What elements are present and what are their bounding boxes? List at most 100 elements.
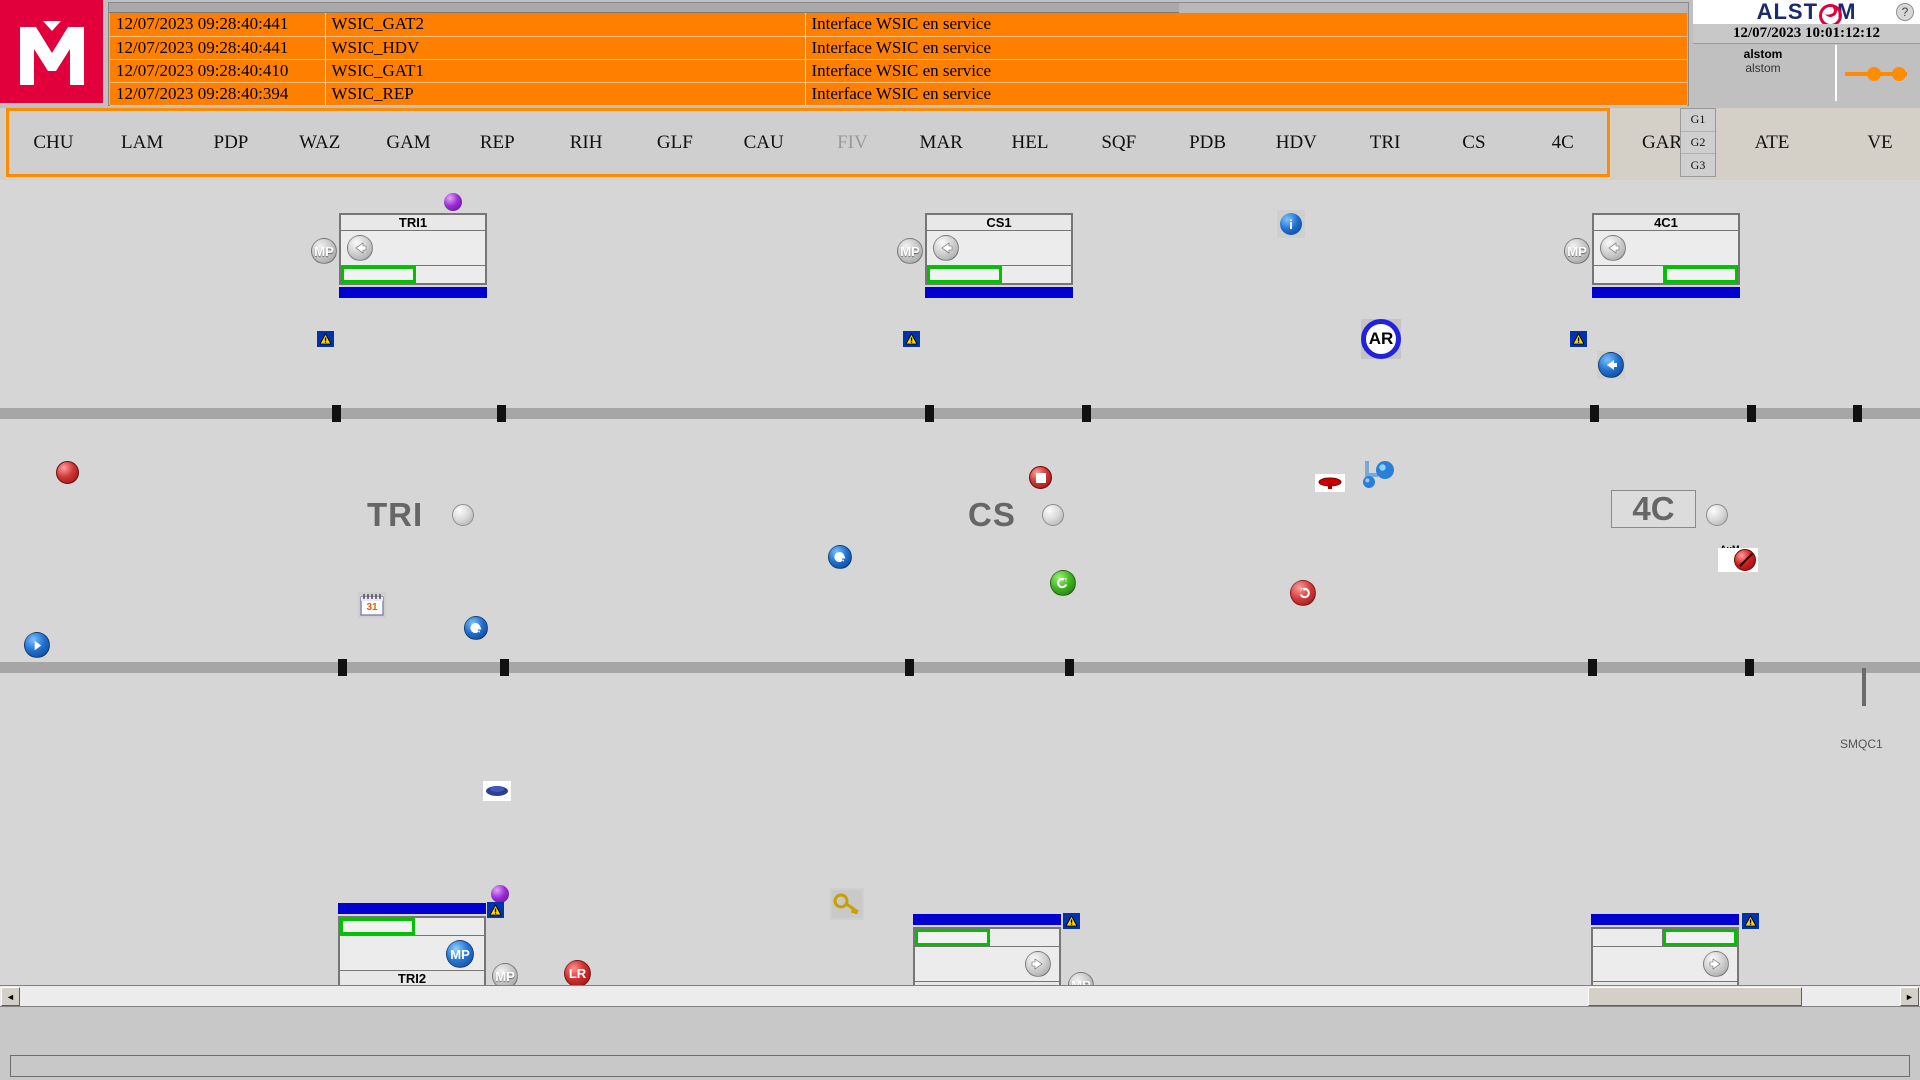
table-row[interactable]: 12/07/2023 09:28:40:441 WSIC_HDV Interfa… <box>110 36 1687 60</box>
station-block-tri1[interactable]: TRI1 <box>339 213 487 298</box>
tab-g1[interactable]: G1 <box>1681 109 1715 132</box>
interdiction-indicator[interactable] <box>1718 548 1758 572</box>
tab-4c[interactable]: 4C <box>1518 111 1607 174</box>
table-row[interactable]: 12/07/2023 09:28:40:394 WSIC_REP Interfa… <box>110 82 1687 106</box>
station-slots[interactable] <box>925 265 1073 285</box>
refresh-arrow-icon[interactable] <box>464 616 488 640</box>
tab-hdv[interactable]: HDV <box>1252 111 1341 174</box>
status-sphere-grey[interactable] <box>452 504 474 526</box>
synoptic-track-view[interactable]: TRI1 MP CS1 MP i 4C1 MP AR TRI CS 4C 31 … <box>0 180 1920 985</box>
status-sphere-grey[interactable] <box>1042 504 1064 526</box>
back-arrow-green-icon[interactable] <box>1050 570 1076 596</box>
station-slots[interactable] <box>1591 927 1739 947</box>
mp-button-cs1[interactable]: MP <box>897 238 923 264</box>
forward-arrow-icon[interactable] <box>1703 951 1729 977</box>
mp-button-tri1[interactable]: MP <box>311 238 337 264</box>
calendar-icon[interactable]: 31 <box>358 592 386 618</box>
tab-lam[interactable]: LAM <box>98 111 187 174</box>
tab-g2[interactable]: G2 <box>1681 132 1715 155</box>
back-arrow-icon[interactable] <box>933 235 959 261</box>
station-name-4c-box[interactable]: 4C <box>1611 490 1696 528</box>
forward-arrow-red-icon[interactable] <box>1290 580 1316 606</box>
status-sphere-purple[interactable] <box>444 193 462 211</box>
forward-arrow-icon[interactable] <box>1025 951 1051 977</box>
warning-icon[interactable] <box>1063 913 1080 929</box>
tab-sqf[interactable]: SQF <box>1074 111 1163 174</box>
play-arrow-icon[interactable] <box>24 632 50 658</box>
help-icon[interactable]: ? <box>1896 3 1914 21</box>
station-block-tri2[interactable]: MP TRI2 <box>338 903 486 985</box>
station-slots[interactable] <box>913 927 1061 947</box>
station-block-cs1[interactable]: CS1 <box>925 213 1073 298</box>
back-arrow-icon[interactable] <box>347 235 373 261</box>
station-slot-occupied[interactable] <box>1663 266 1738 283</box>
station-slots[interactable] <box>339 265 487 285</box>
scroll-thumb[interactable] <box>1588 987 1802 1006</box>
station-slot[interactable] <box>990 929 1059 946</box>
tab-pdb[interactable]: PDB <box>1163 111 1252 174</box>
cap-icon[interactable] <box>483 781 511 801</box>
signal-red-left[interactable] <box>56 461 79 484</box>
warning-icon[interactable] <box>487 902 504 918</box>
key-icon[interactable] <box>830 888 864 920</box>
tab-waz[interactable]: WAZ <box>275 111 364 174</box>
tab-pdp[interactable]: PDP <box>187 111 276 174</box>
warning-icon[interactable] <box>317 331 334 347</box>
station-slot[interactable] <box>416 266 485 283</box>
tab-glf[interactable]: GLF <box>630 111 719 174</box>
horizontal-scrollbar[interactable]: ◄ ► <box>0 985 1920 1007</box>
back-arrow-icon[interactable] <box>1600 235 1626 261</box>
back-arrow-button-4c1[interactable] <box>1597 351 1625 379</box>
warning-icon[interactable] <box>1742 913 1759 929</box>
station-slot-occupied[interactable] <box>340 918 415 935</box>
switch-point-icon[interactable] <box>1315 474 1345 492</box>
junction-node-icon[interactable] <box>1362 457 1396 491</box>
station-slot-occupied[interactable] <box>915 929 990 946</box>
tab-ate[interactable]: ATE <box>1722 108 1822 177</box>
tab-cs[interactable]: CS <box>1430 111 1519 174</box>
tab-rih[interactable]: RIH <box>542 111 631 174</box>
tab-fiv[interactable]: FIV <box>808 111 897 174</box>
station-slot[interactable] <box>1594 266 1664 283</box>
metro-m-logo[interactable] <box>0 0 103 103</box>
station-slot-occupied[interactable] <box>1662 929 1737 946</box>
table-row[interactable]: 12/07/2023 09:28:40:410 WSIC_GAT1 Interf… <box>110 59 1687 83</box>
info-icon[interactable]: i <box>1277 210 1305 238</box>
garage-group-buttons[interactable]: G1 G2 G3 <box>1680 108 1716 177</box>
tab-gam[interactable]: GAM <box>364 111 453 174</box>
mp-button-cs2[interactable]: MP <box>1068 972 1094 985</box>
tab-g3[interactable]: G3 <box>1681 154 1715 176</box>
tab-tri[interactable]: TRI <box>1341 111 1430 174</box>
alarm-list-scrollbar[interactable] <box>109 3 1179 13</box>
tab-rep[interactable]: REP <box>453 111 542 174</box>
lr-button[interactable]: LR <box>564 960 591 985</box>
station-slots[interactable] <box>338 916 486 936</box>
mp-button-tri2[interactable]: MP <box>492 963 518 985</box>
status-sphere-grey[interactable] <box>1706 504 1728 526</box>
alarm-list-panel[interactable]: 12/07/2023 09:28:40:441 WSIC_GAT2 Interf… <box>108 2 1689 106</box>
station-tab-bar[interactable]: CHU LAM PDP WAZ GAM REP RIH GLF CAU FIV … <box>6 108 1610 177</box>
table-row[interactable]: 12/07/2023 09:28:40:441 WSIC_GAT2 Interf… <box>110 13 1687 37</box>
station-slot-occupied[interactable] <box>341 266 416 283</box>
station-block-4c1[interactable]: 4C1 <box>1592 213 1740 298</box>
signal-stop[interactable] <box>1029 466 1052 489</box>
tab-ve[interactable]: VE <box>1840 108 1920 177</box>
warning-icon[interactable] <box>1570 331 1587 347</box>
scroll-right-button[interactable]: ► <box>1900 987 1919 1006</box>
mp-button-4c1[interactable]: MP <box>1564 238 1590 264</box>
refresh-arrow-icon[interactable] <box>828 545 852 569</box>
back-arrow-icon[interactable] <box>1598 352 1624 378</box>
station-block-4c2[interactable]: 4C2 <box>1591 914 1739 985</box>
station-slot[interactable] <box>1002 266 1071 283</box>
warning-icon[interactable] <box>903 331 920 347</box>
tab-cau[interactable]: CAU <box>719 111 808 174</box>
tab-mar[interactable]: MAR <box>897 111 986 174</box>
scroll-left-button[interactable]: ◄ <box>1 987 20 1006</box>
station-slots[interactable] <box>1592 265 1740 285</box>
ar-badge-upper[interactable]: AR <box>1361 319 1401 359</box>
station-slot-occupied[interactable] <box>927 266 1002 283</box>
alarm-table[interactable]: 12/07/2023 09:28:40:441 WSIC_GAT2 Interf… <box>110 13 1687 106</box>
station-block-cs2[interactable]: CS2 <box>913 914 1061 985</box>
tab-chu[interactable]: CHU <box>9 111 98 174</box>
status-sphere-purple[interactable] <box>491 885 509 903</box>
